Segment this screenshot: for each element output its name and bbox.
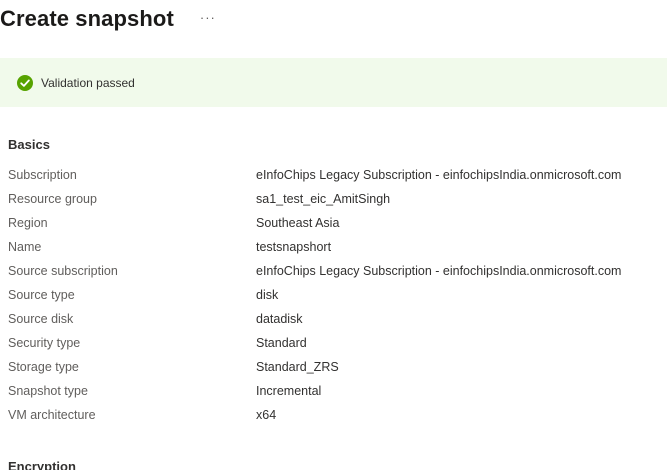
detail-label: Name bbox=[8, 240, 42, 254]
title-row: Create snapshot ··· bbox=[0, 4, 218, 34]
basics-details-list: Subscription eInfoChips Legacy Subscript… bbox=[0, 163, 667, 427]
detail-value: Incremental bbox=[256, 384, 322, 398]
detail-row-source-disk: Source disk datadisk bbox=[0, 307, 667, 331]
detail-row-subscription: Subscription eInfoChips Legacy Subscript… bbox=[0, 163, 667, 187]
detail-value: x64 bbox=[256, 408, 277, 422]
detail-label: Source disk bbox=[8, 312, 74, 326]
validation-banner: Validation passed bbox=[0, 58, 667, 107]
detail-value: Standard_ZRS bbox=[256, 360, 339, 374]
detail-row-source-subscription: Source subscription eInfoChips Legacy Su… bbox=[0, 259, 667, 283]
detail-row-vm-architecture: VM architecture x64 bbox=[0, 403, 667, 427]
basics-section-heading: Basics bbox=[8, 137, 50, 152]
detail-row-snapshot-type: Snapshot type Incremental bbox=[0, 379, 667, 403]
detail-row-storage-type: Storage type Standard_ZRS bbox=[0, 355, 667, 379]
detail-value: sa1_test_eic_AmitSingh bbox=[256, 192, 391, 206]
detail-value: disk bbox=[256, 288, 279, 302]
detail-value: Standard bbox=[256, 336, 307, 350]
detail-label: VM architecture bbox=[8, 408, 96, 422]
detail-label: Snapshot type bbox=[8, 384, 88, 398]
page-title: Create snapshot bbox=[0, 6, 174, 31]
detail-label: Source type bbox=[8, 288, 75, 302]
detail-row-region: Region Southeast Asia bbox=[0, 211, 667, 235]
detail-label: Source subscription bbox=[8, 264, 118, 278]
detail-value: datadisk bbox=[256, 312, 303, 326]
detail-label: Resource group bbox=[8, 192, 97, 206]
detail-label: Subscription bbox=[8, 168, 77, 182]
check-circle-icon bbox=[17, 74, 33, 91]
detail-row-resource-group: Resource group sa1_test_eic_AmitSingh bbox=[0, 187, 667, 211]
detail-row-security-type: Security type Standard bbox=[0, 331, 667, 355]
detail-label: Security type bbox=[8, 336, 81, 350]
detail-label: Storage type bbox=[8, 360, 79, 374]
create-snapshot-page: Create snapshot ··· Validation passed Ba… bbox=[0, 0, 667, 470]
detail-value: eInfoChips Legacy Subscription - einfoch… bbox=[256, 168, 622, 182]
more-options-button[interactable]: ··· bbox=[198, 9, 218, 30]
encryption-section-heading: Encryption bbox=[8, 459, 76, 470]
detail-row-source-type: Source type disk bbox=[0, 283, 667, 307]
detail-value: Southeast Asia bbox=[256, 216, 340, 230]
detail-row-name: Name testsnapshort bbox=[0, 235, 667, 259]
validation-status-text: Validation passed bbox=[41, 75, 135, 90]
detail-label: Region bbox=[8, 216, 48, 230]
detail-value: testsnapshort bbox=[256, 240, 332, 254]
detail-value: eInfoChips Legacy Subscription - einfoch… bbox=[256, 264, 622, 278]
